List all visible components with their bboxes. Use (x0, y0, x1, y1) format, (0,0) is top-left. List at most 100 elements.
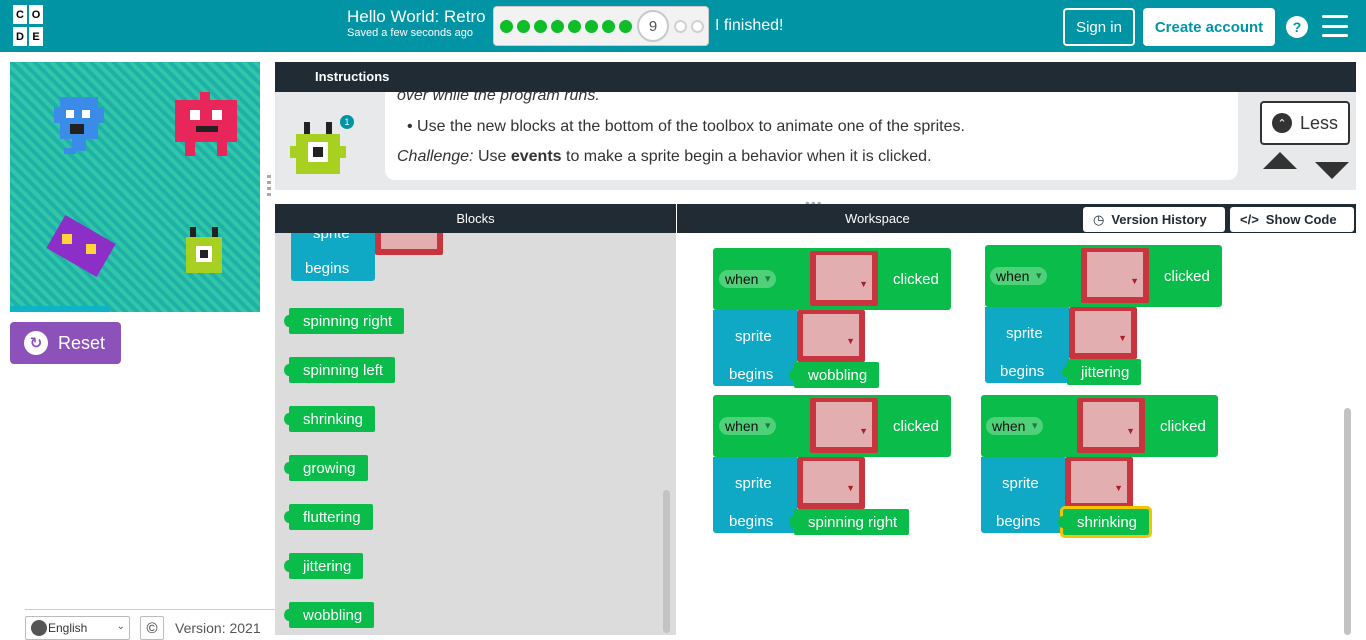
sprite-picker[interactable]: ▼ (797, 457, 865, 509)
blue-monster-sprite (54, 97, 104, 154)
clicked-label: clicked (1160, 418, 1206, 435)
progress-dot-completed[interactable] (551, 19, 564, 33)
create-account-button[interactable]: Create account (1143, 8, 1275, 46)
instructions-header: Instructions (275, 62, 1356, 92)
toolbox-behavior-block[interactable]: wobbling (283, 602, 375, 628)
toolbox-sprite-label: sprite (313, 233, 350, 242)
pink-monster-sprite (175, 92, 237, 156)
begins-label: begins (729, 366, 774, 383)
instruction-challenge: Challenge: Use events to make a sprite b… (397, 148, 1226, 166)
progress-dot-completed[interactable] (517, 19, 530, 33)
stage-sprites (46, 92, 237, 277)
progress-dot-completed[interactable] (585, 19, 598, 33)
toolbox-behavior-block[interactable]: spinning left (283, 357, 396, 383)
less-button[interactable]: ⌃ Less (1260, 101, 1350, 145)
behavior-block-selected[interactable]: shrinking (1057, 506, 1153, 538)
sprite-picker[interactable]: ▼ (1081, 248, 1149, 303)
behavior-block[interactable]: jittering (1061, 359, 1142, 385)
sprite-label: sprite (1006, 325, 1043, 342)
clicked-label: clicked (893, 271, 939, 288)
blocks-header: Blocks (275, 204, 676, 233)
progress-dot-completed[interactable] (500, 19, 513, 33)
toolbox-behavior-block[interactable]: growing (284, 455, 368, 481)
workspace-scrollbar[interactable] (1344, 408, 1351, 635)
progress-dot-empty[interactable] (674, 19, 687, 33)
logo-blank (45, 27, 59, 46)
blocks-toolbox[interactable]: sprite begins spinning right spinning le… (275, 233, 676, 635)
progress-dot-empty[interactable] (691, 19, 704, 33)
sign-in-button[interactable]: Sign in (1063, 8, 1135, 46)
challenge-label: Challenge: (397, 148, 474, 165)
language-select[interactable]: English ⌄ (25, 616, 130, 640)
sprite-label: sprite (735, 328, 772, 345)
toolbox-behavior-block[interactable]: fluttering (284, 504, 373, 530)
instruction-bullet: • Use the new blocks at the bottom of th… (407, 118, 965, 135)
progress-current-level[interactable]: 9 (637, 10, 669, 42)
sprite-label: sprite (1002, 475, 1039, 492)
green-monster-sprite (186, 227, 222, 273)
stage-progress-bar (10, 306, 110, 312)
challenge-text: Use (473, 148, 511, 165)
game-stage[interactable] (10, 62, 260, 312)
sprite-label: sprite (735, 475, 772, 492)
instruction-line: over while the program runs. (397, 92, 600, 104)
language-value: English (48, 621, 88, 635)
logo-blank (45, 5, 59, 24)
clock-icon: ◷ (1093, 211, 1105, 227)
level-progress: 9 (493, 6, 709, 46)
show-code-label: Show Code (1265, 212, 1337, 227)
sprite-picker[interactable]: ▼ (1077, 398, 1145, 453)
workspace-canvas[interactable]: when ▼ clicked sprite ▼ begins wobbling … (677, 233, 1356, 635)
progress-dot-completed[interactable] (602, 19, 615, 33)
scroll-down-arrow-icon[interactable] (1315, 162, 1349, 179)
instructions-bubble: over while the program runs. • Use the n… (385, 92, 1238, 180)
clicked-label: clicked (893, 418, 939, 435)
sprite-picker[interactable]: ▼ (1065, 457, 1133, 509)
when-dropdown[interactable]: when (719, 417, 777, 435)
logo-letter: E (29, 27, 43, 46)
sprite-picker[interactable]: ▼ (810, 398, 878, 453)
when-dropdown[interactable]: when (986, 417, 1044, 435)
progress-dot-completed[interactable] (568, 19, 581, 33)
code-logo[interactable]: C O D E (13, 5, 59, 47)
clicked-label: clicked (1164, 268, 1210, 285)
lesson-title: Hello World: Retro (347, 7, 486, 26)
logo-letter: O (29, 5, 43, 24)
hint-count-badge[interactable]: 1 (340, 115, 354, 129)
reset-button[interactable]: ↻ Reset (10, 322, 121, 364)
logo-letter: C (13, 5, 27, 24)
when-dropdown[interactable]: when (990, 267, 1048, 285)
toolbox-behavior-block[interactable]: shrinking (283, 406, 376, 432)
code-icon: </> (1240, 212, 1259, 227)
purple-monster-sprite (46, 215, 116, 277)
behavior-block[interactable]: wobbling (788, 362, 880, 388)
saved-status: Saved a few seconds ago (347, 27, 473, 39)
toolbox-behavior-block[interactable]: spinning right (283, 308, 405, 334)
sprite-picker[interactable]: ▼ (797, 310, 865, 362)
scroll-up-arrow-icon[interactable] (1263, 152, 1297, 169)
toolbox-begins-label: begins (305, 260, 350, 277)
progress-dot-completed[interactable] (534, 19, 547, 33)
toolbox-sprite-picker[interactable] (375, 233, 443, 255)
panel-resize-handle[interactable] (267, 175, 271, 197)
hamburger-menu-icon[interactable] (1322, 15, 1348, 37)
behavior-block[interactable]: spinning right (788, 509, 910, 535)
toolbox-behavior-block[interactable]: jittering (283, 553, 364, 579)
finished-link[interactable]: I finished! (715, 17, 783, 35)
begins-label: begins (1000, 363, 1045, 380)
character-avatar (290, 122, 346, 174)
logo-letter: D (13, 27, 27, 46)
help-icon[interactable]: ? (1286, 16, 1308, 38)
version-history-button[interactable]: ◷ Version History (1083, 207, 1225, 232)
toolbox-scrollbar[interactable] (663, 490, 670, 633)
less-label: Less (1299, 112, 1339, 133)
begins-label: begins (996, 513, 1041, 530)
show-code-button[interactable]: </> Show Code (1230, 207, 1354, 232)
version-history-label: Version History (1111, 212, 1207, 227)
when-dropdown[interactable]: when (719, 270, 777, 288)
progress-dot-completed[interactable] (619, 19, 632, 33)
copyright-button[interactable]: © (140, 616, 164, 640)
sprite-picker[interactable]: ▼ (1069, 307, 1137, 359)
version-text: Version: 2021 (175, 620, 261, 636)
sprite-picker[interactable]: ▼ (810, 251, 878, 306)
